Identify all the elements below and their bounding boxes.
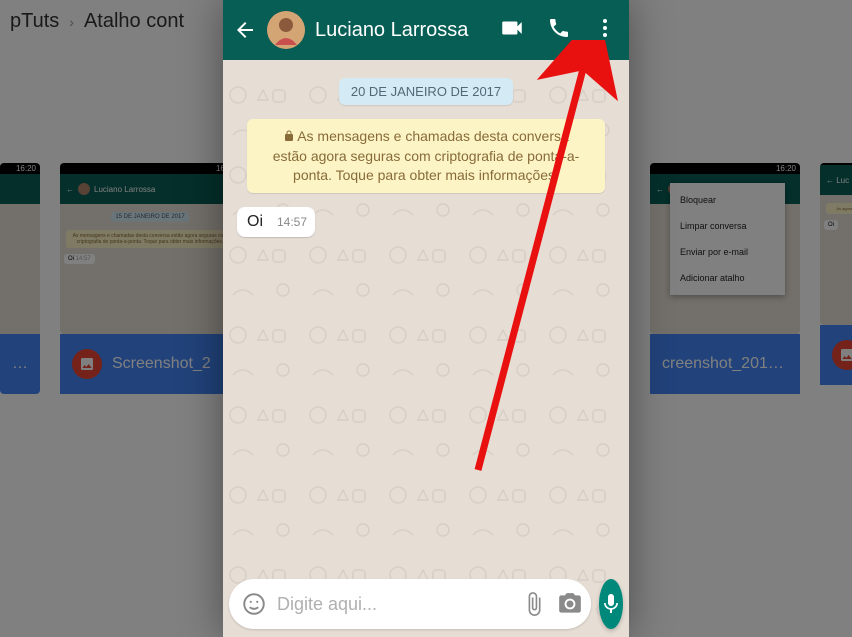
message-time: 14:57 — [277, 215, 307, 229]
message-text: Oi — [247, 213, 263, 231]
voice-call-icon[interactable] — [547, 16, 571, 45]
video-call-icon[interactable] — [499, 15, 525, 46]
chevron-right-icon: › — [69, 14, 74, 30]
image-icon — [72, 349, 102, 379]
chat-header: Luciano Larrossa — [223, 0, 629, 60]
back-button[interactable] — [233, 18, 257, 42]
mic-button[interactable] — [599, 579, 623, 629]
thumbnail-1[interactable]: 16:20 ← Luciano Larrossa 15 DE JANEIRO D… — [60, 163, 240, 394]
message-input[interactable] — [277, 594, 511, 615]
context-menu: Bloquear Limpar conversa Enviar por e-ma… — [670, 183, 785, 295]
breadcrumb-page[interactable]: Atalho cont — [84, 10, 184, 33]
breadcrumb-site[interactable]: pTuts — [10, 10, 59, 33]
whatsapp-chat-screen: Luciano Larrossa 20 DE JANEIRO DE 2017 A… — [223, 0, 629, 637]
lock-icon — [283, 128, 295, 147]
attach-icon[interactable] — [521, 591, 547, 617]
emoji-icon[interactable] — [241, 591, 267, 617]
more-options-icon[interactable] — [593, 16, 617, 45]
encryption-notice[interactable]: As mensagens e chamadas desta conversa e… — [247, 119, 605, 193]
chat-messages-area[interactable]: 20 DE JANEIRO DE 2017 As mensagens e cha… — [223, 60, 629, 571]
thumbnail-label: Screenshot_2 — [112, 355, 211, 373]
incoming-message[interactable]: Oi 14:57 — [237, 207, 315, 237]
menu-atalho[interactable]: Adicionar atalho — [670, 265, 785, 291]
thumbnail-2[interactable]: 16:20 ← Lar… Bloquear Limpar conversa En… — [650, 163, 800, 394]
thumbnail-label: creenshot_201… — [662, 355, 784, 373]
avatar[interactable] — [267, 11, 305, 49]
image-icon — [832, 340, 852, 370]
message-input-pill — [229, 579, 591, 629]
menu-bloquear[interactable]: Bloquear — [670, 187, 785, 213]
camera-icon[interactable] — [557, 591, 583, 617]
date-separator: 20 DE JANEIRO DE 2017 — [339, 78, 513, 105]
message-input-bar — [229, 579, 623, 629]
thumbnail-partial-left: 16:20 … — [0, 163, 40, 394]
contact-name[interactable]: Luciano Larrossa — [315, 19, 489, 42]
menu-enviar[interactable]: Enviar por e-mail — [670, 239, 785, 265]
thumbnail-3[interactable]: ← Luc As agora ponta Oi — [820, 163, 852, 394]
menu-limpar[interactable]: Limpar conversa — [670, 213, 785, 239]
